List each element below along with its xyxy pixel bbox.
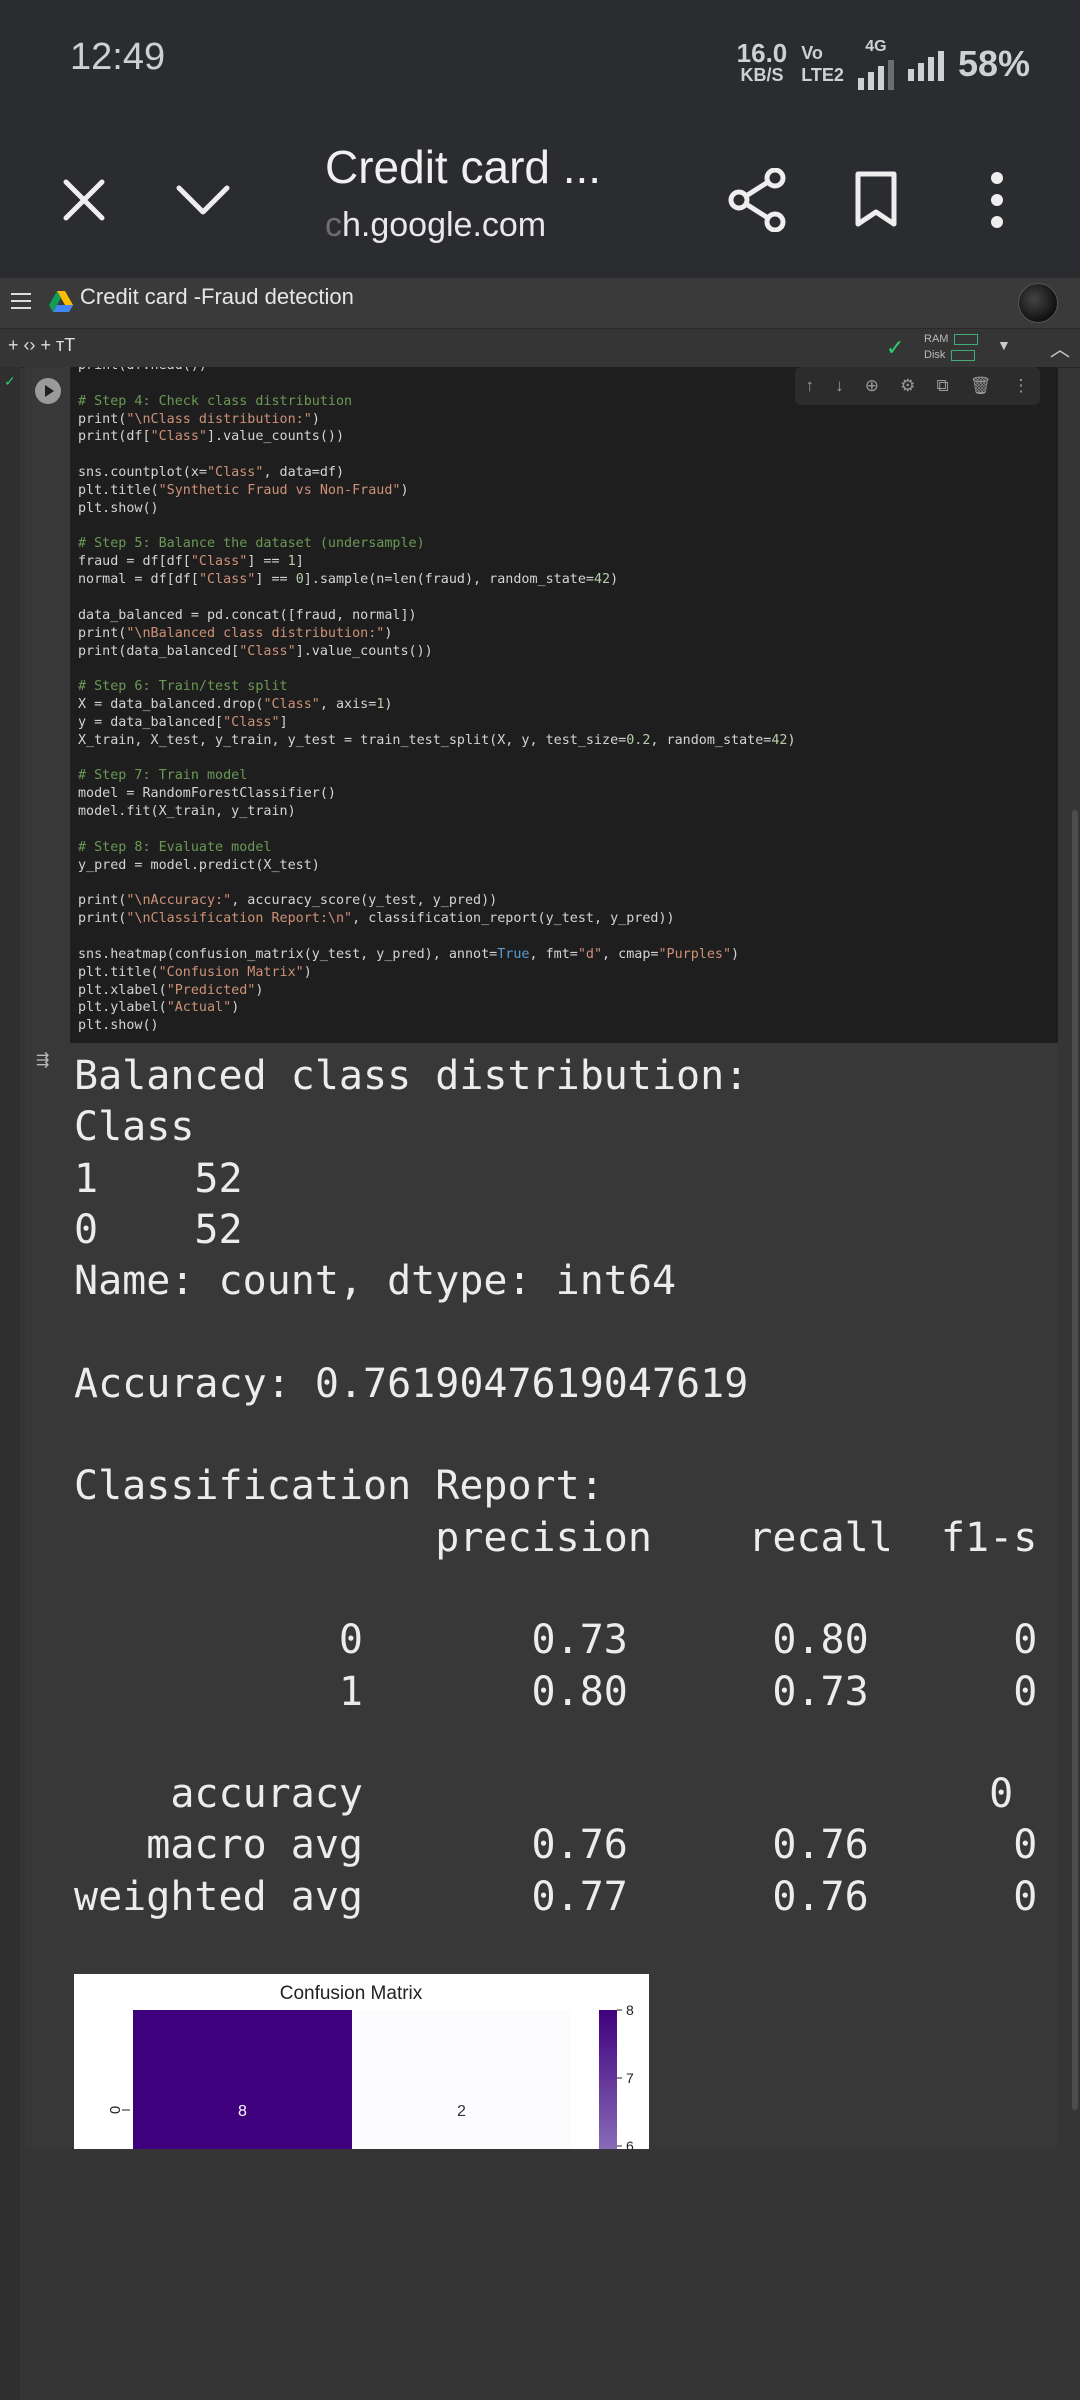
volte-top: Vo — [801, 43, 823, 63]
output-actions-icon[interactable]: ⇶ — [36, 1050, 56, 1070]
battery-level: 58% — [957, 43, 1030, 84]
drive-icon — [48, 290, 74, 319]
cell-output: Balanced class distribution: Class 1 52 … — [74, 1053, 1038, 1920]
heatmap-cell-label: 2 — [457, 2103, 466, 2120]
hamburger-menu-icon[interactable] — [10, 292, 32, 315]
connected-check-icon: ✓ — [886, 335, 905, 360]
ram-disk-indicator[interactable]: RAM Disk — [924, 331, 979, 363]
heatmap-cell — [133, 2010, 352, 2149]
signal-icon-2 — [907, 47, 944, 81]
net-speed-unit: KB/S — [740, 65, 784, 85]
cell-toolbar: ↑ ↓ ⊕ ⚙ ⧉ 🗑 ⋮ — [795, 367, 1040, 405]
run-cell-button[interactable] — [35, 378, 61, 404]
status-time: 12:49 — [70, 36, 166, 78]
disk-label: Disk — [924, 349, 946, 361]
ram-label: RAM — [924, 333, 949, 345]
code-editor[interactable]: print(df.head()) # Step 4: Check class d… — [70, 367, 1058, 1043]
notebook-title[interactable]: Credit card -Fraud detection — [80, 284, 354, 310]
mirror-cell-icon[interactable]: ⧉ — [936, 376, 948, 396]
move-down-icon[interactable]: ↓ — [835, 376, 844, 396]
move-up-icon[interactable]: ↑ — [806, 376, 815, 396]
colorbar — [599, 2010, 617, 2149]
colorbar-tick-label: 8 — [626, 2002, 634, 2018]
code-text[interactable]: print(df.head()) # Step 4: Check class d… — [78, 367, 796, 1035]
add-cell-controls[interactable]: + ‹› + ᴛT — [8, 335, 75, 356]
confusion-matrix-plot: Confusion Matrix 8 2 0 8 7 6 — [74, 1974, 649, 2149]
page-url[interactable]: ch.google.com — [325, 206, 546, 245]
volte-indicator: Vo LTE2 — [801, 42, 844, 86]
settings-icon[interactable]: ⚙ — [900, 376, 915, 396]
heatmap-cell-label: 8 — [238, 2103, 247, 2120]
custom-tab-toolbar: Credit card ... ch.google.com — [0, 120, 1080, 278]
colorbar-tick-label: 6 — [626, 2138, 634, 2149]
link-icon[interactable]: ⊕ — [865, 376, 879, 396]
colorbar-tick-label: 7 — [626, 2070, 634, 2086]
signal-icon — [857, 56, 894, 90]
cell-gutter: ✓ — [0, 367, 20, 2400]
close-icon[interactable] — [44, 160, 124, 240]
net-speed-value: 16.0 — [736, 38, 788, 68]
bookmark-icon[interactable] — [836, 160, 916, 240]
network-type: 4G — [865, 38, 887, 55]
status-indicators: 16.0 KB/S Vo LTE2 4G 58% — [737, 38, 1030, 90]
more-vert-icon[interactable] — [957, 160, 1037, 240]
url-text: h.google.com — [342, 206, 547, 244]
avatar[interactable] — [1018, 283, 1058, 323]
net-speed: 16.0 KB/S — [736, 38, 788, 86]
heatmap-cell — [352, 2010, 571, 2149]
more-icon[interactable]: ⋮ — [1012, 376, 1029, 396]
chart-title: Confusion Matrix — [280, 1983, 423, 2004]
volte-bottom: LTE2 — [801, 65, 844, 85]
runtime-dropdown-icon[interactable]: ▼ — [997, 337, 1011, 353]
colab-header: Credit card -Fraud detection — [0, 278, 1080, 329]
url-faded-part: c — [325, 206, 342, 244]
collapse-icon[interactable]: ︿ — [1050, 333, 1070, 362]
executed-check-icon: ✓ — [4, 373, 16, 389]
y-tick-label: 0 — [107, 2106, 124, 2114]
page-title[interactable]: Credit card ... — [325, 140, 601, 194]
status-bar: 12:49 16.0 KB/S Vo LTE2 4G 58% — [0, 0, 1080, 120]
delete-icon[interactable]: 🗑 — [970, 376, 992, 396]
chevron-down-icon[interactable] — [163, 160, 243, 240]
notebook-toolbar: + ‹› + ᴛT ✓ RAM Disk ▼ ︿ — [0, 329, 1080, 368]
heatmap-svg: Confusion Matrix 8 2 0 8 7 6 — [107, 1983, 634, 2149]
share-icon[interactable] — [717, 160, 797, 240]
scrollbar[interactable] — [1072, 810, 1078, 2110]
